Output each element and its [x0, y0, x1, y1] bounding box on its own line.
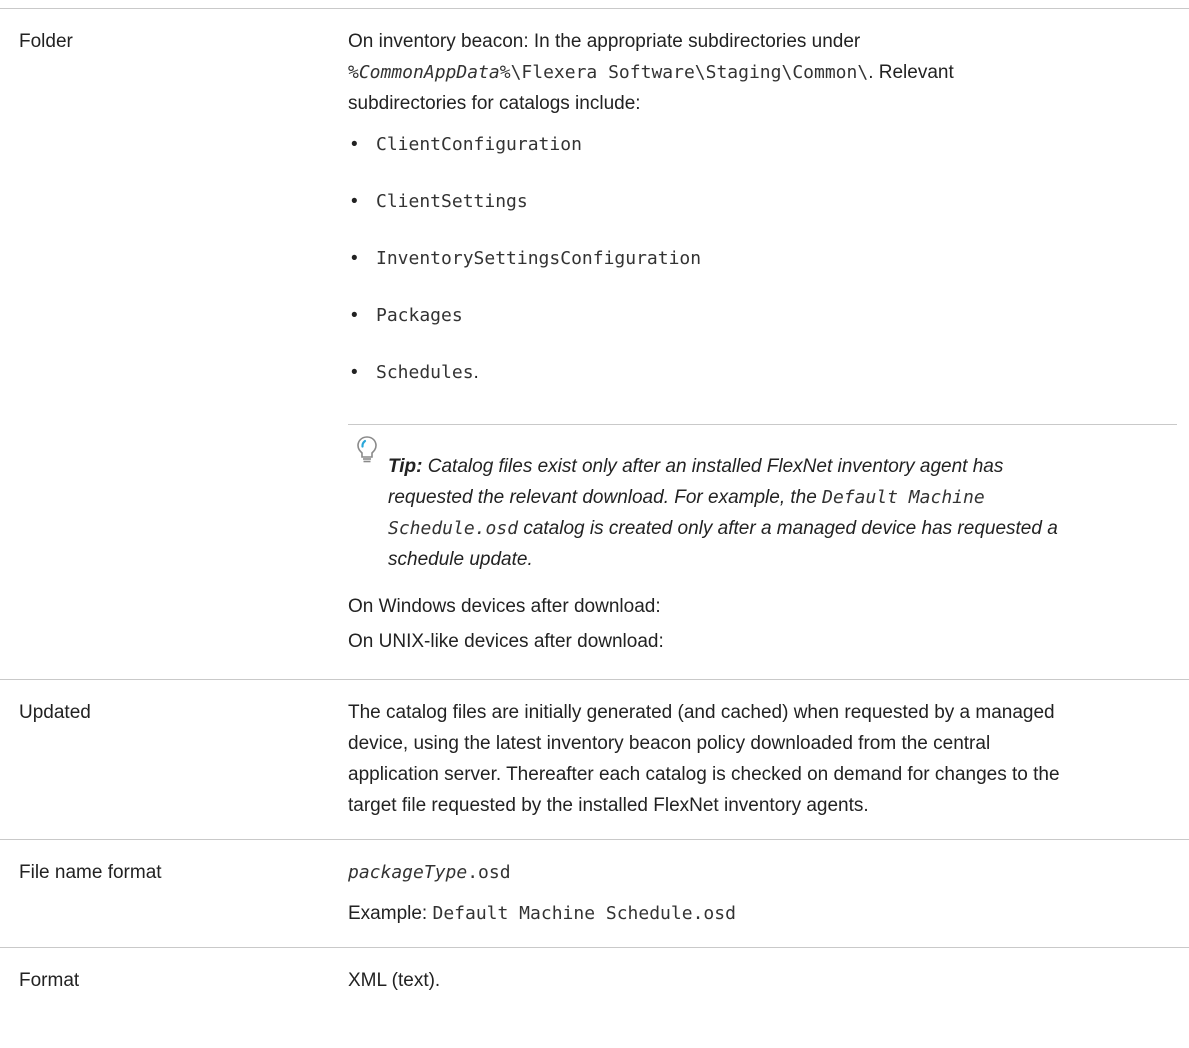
row-format: Format XML (text). [0, 947, 1189, 1015]
tip-text-3: catalog is created only after a managed … [523, 518, 1058, 539]
example-label: Example: [348, 903, 428, 924]
list-item: • Schedules. [351, 362, 479, 383]
row-value-updated: The catalog files are initially generate… [329, 680, 1189, 840]
path-variable: %CommonAppData% [348, 62, 511, 83]
updated-line: application server. Thereafter each cata… [348, 764, 1060, 785]
subdir-name: Schedules [376, 362, 474, 383]
updated-line: device, using the latest inventory beaco… [348, 733, 991, 754]
subdirectory-list: • ClientConfiguration • ClientSettings • In… [348, 129, 1177, 414]
subdir-name: ClientSettings [376, 191, 528, 212]
tip-label: Tip: [388, 456, 423, 477]
row-value-format: XML (text). [348, 970, 441, 991]
row-file-name-format: File name format packageType.osd Example… [0, 839, 1189, 948]
list-end-period: . [473, 362, 479, 383]
file-name-example: Example: Default Machine Schedule.osd [348, 898, 1177, 929]
updated-line: The catalog files are initially generate… [348, 702, 1055, 723]
properties-table: Folder On inventory beacon: In the appro… [0, 8, 1189, 1014]
file-name-pattern: packageType.osd [348, 857, 1177, 888]
row-value-file-name-format: packageType.osd Example: Default Machine… [329, 840, 1189, 948]
lightbulb-icon [356, 435, 378, 475]
folder-intro: On inventory beacon: In the appropriate … [348, 26, 1177, 119]
row-label-format: Format [19, 970, 80, 991]
windows-line: On Windows devices after download: [348, 596, 661, 617]
row-updated: Updated The catalog files are initially … [0, 679, 1189, 840]
folder-intro-line3: subdirectories for catalogs include: [348, 93, 641, 114]
row-label-folder: Folder [19, 31, 73, 52]
tip-text-1: Catalog files exist only after an instal… [427, 456, 1004, 477]
subdir-name: Packages [376, 305, 463, 326]
list-item: • ClientSettings [351, 191, 528, 212]
download-locations: On Windows devices after download: On UN… [348, 591, 1177, 657]
folder-intro-suffix: . Relevant [868, 62, 954, 83]
subdir-name: ClientConfiguration [376, 134, 582, 155]
list-item: • ClientConfiguration [351, 134, 582, 155]
unix-line: On UNIX-like devices after download: [348, 631, 664, 652]
row-folder: Folder On inventory beacon: In the appro… [0, 8, 1189, 680]
file-name-extension: .osd [467, 862, 511, 883]
list-item: • Packages [351, 305, 463, 326]
tip-box: Tip: Catalog files exist only after an i… [348, 424, 1177, 575]
list-item: • InventorySettingsConfiguration [351, 248, 702, 269]
row-label-updated: Updated [19, 702, 91, 723]
updated-line: target file requested by the installed F… [348, 795, 869, 816]
row-label-file-name-format: File name format [19, 862, 162, 883]
tip-code-1: Default Machine [822, 487, 985, 508]
file-name-variable: packageType [348, 862, 468, 883]
example-value: Default Machine Schedule.osd [432, 903, 736, 924]
folder-intro-prefix: On inventory beacon: In the appropriate … [348, 31, 861, 52]
tip-text-4: schedule update. [388, 549, 533, 570]
path-rest: \Flexera Software\Staging\Common\ [510, 62, 869, 83]
tip-code-2: Schedule.osd [388, 518, 519, 539]
row-value-folder: On inventory beacon: In the appropriate … [329, 9, 1189, 680]
subdir-name: InventorySettingsConfiguration [376, 248, 702, 269]
tip-text-2: requested the relevant download. For exa… [388, 487, 817, 508]
